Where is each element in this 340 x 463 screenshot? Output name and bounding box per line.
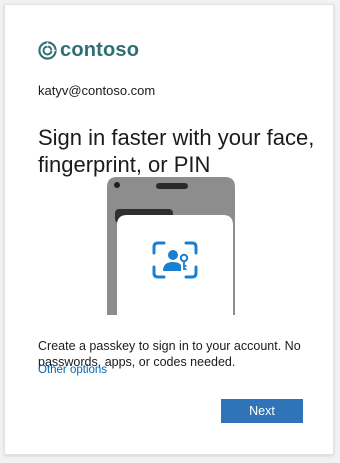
account-email: katyv@contoso.com bbox=[38, 83, 156, 98]
brand-logo: contoso bbox=[38, 37, 139, 63]
phone-illustration bbox=[107, 177, 235, 315]
contoso-logo-icon bbox=[38, 40, 57, 60]
brand-name: contoso bbox=[60, 38, 140, 61]
other-options-link[interactable]: Other options bbox=[38, 364, 107, 376]
phone-speaker bbox=[156, 183, 188, 189]
next-button[interactable]: Next bbox=[221, 399, 303, 423]
page-title: Sign in faster with your face, fingerpri… bbox=[38, 124, 315, 177]
phone-camera bbox=[114, 182, 120, 188]
sign-in-dialog: contoso katyv@contoso.com Sign in faster… bbox=[4, 4, 334, 455]
